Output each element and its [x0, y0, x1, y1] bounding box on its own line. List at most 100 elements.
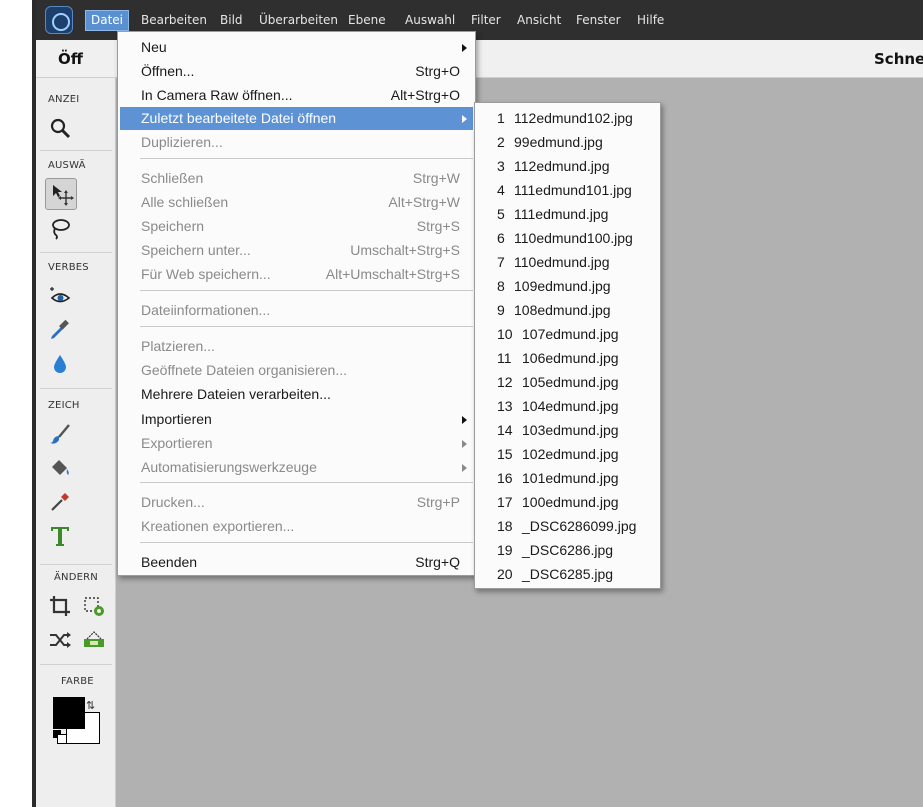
menu-ebene[interactable]: Ebene: [343, 10, 391, 31]
drop-icon: [54, 355, 66, 373]
eyedropper-tool[interactable]: [44, 486, 76, 518]
recent-file-item[interactable]: 1 112edmund102.jpg: [477, 107, 658, 130]
toolbox-divider: [40, 252, 112, 253]
recent-file-number: 18: [497, 518, 513, 534]
menu-item-label: Für Web speichern...: [141, 266, 271, 282]
magnifier-icon: [50, 118, 71, 139]
recent-file-item[interactable]: 7 110edmund.jpg: [477, 251, 658, 274]
menu-item-platzieren[interactable]: Platzieren...: [120, 335, 473, 358]
section-color-label: FARBE: [61, 676, 94, 687]
recent-file-item[interactable]: 6 110edmund100.jpg: [477, 227, 658, 250]
recent-file-item[interactable]: 13 104edmund.jpg: [477, 395, 658, 418]
recent-file-item[interactable]: 3 112edmund.jpg: [477, 155, 658, 178]
menu-item-dateien-organisieren[interactable]: Geöffnete Dateien organisieren...: [120, 359, 473, 382]
recent-file-item[interactable]: 9 108edmund.jpg: [477, 299, 658, 322]
recent-file-number: 20: [497, 566, 513, 582]
recent-file-item[interactable]: 8 109edmund.jpg: [477, 275, 658, 298]
swap-colors-icon[interactable]: ⇅: [86, 699, 95, 712]
menu-filter[interactable]: Filter: [466, 10, 506, 31]
recent-file-item[interactable]: 5 111edmund.jpg: [477, 203, 658, 226]
menu-item-shortcut: Alt+Strg+O: [390, 87, 460, 103]
menu-item-dateien-verarbeiten[interactable]: Mehrere Dateien verarbeiten...: [120, 383, 473, 406]
recompose-tool[interactable]: [78, 590, 110, 622]
brush-tool[interactable]: [44, 418, 76, 450]
menu-item-zuletzt-bearbeitet[interactable]: Zuletzt bearbeitete Datei öffnen: [120, 107, 473, 130]
default-colors-icon[interactable]: [53, 730, 67, 744]
text-tool[interactable]: [44, 520, 76, 552]
menu-item-fuer-web-speichern[interactable]: Für Web speichern... Alt+Umschalt+Strg+S: [120, 263, 473, 286]
recent-file-item[interactable]: 11 106edmund.jpg: [477, 347, 658, 370]
straighten-tool[interactable]: [78, 624, 110, 656]
menu-item-beenden[interactable]: Beenden Strg+Q: [120, 551, 473, 574]
menu-item-label: Geöffnete Dateien organisieren...: [141, 362, 347, 378]
move-tool[interactable]: [45, 178, 77, 210]
crop-tool[interactable]: [44, 590, 76, 622]
lasso-tool[interactable]: [44, 212, 76, 244]
menu-item-alle-schliessen[interactable]: Alle schließen Alt+Strg+W: [120, 191, 473, 214]
menu-item-neu[interactable]: Neu: [120, 36, 473, 59]
recent-file-item[interactable]: 18 _DSC6286099.jpg: [477, 515, 658, 538]
menu-bearbeiten[interactable]: Bearbeiten: [136, 10, 212, 31]
healing-brush-tool[interactable]: [44, 314, 76, 346]
paint-bucket-tool[interactable]: [44, 452, 76, 484]
crop-icon: [50, 596, 70, 616]
recent-file-item[interactable]: 19 _DSC6286.jpg: [477, 539, 658, 562]
app-logo-icon[interactable]: [45, 6, 73, 34]
recent-file-item[interactable]: 20 _DSC6285.jpg: [477, 563, 658, 586]
recent-file-item[interactable]: 2 99edmund.jpg: [477, 131, 658, 154]
recent-file-item[interactable]: 15 102edmund.jpg: [477, 443, 658, 466]
menu-item-duplizieren[interactable]: Duplizieren...: [120, 131, 473, 154]
file-menu-dropdown: Neu Öffnen... Strg+O In Camera Raw öffnen..…: [117, 31, 476, 576]
menu-item-drucken[interactable]: Drucken... Strg+P: [120, 491, 473, 514]
menu-item-exportieren[interactable]: Exportieren: [120, 432, 473, 455]
recent-file-name: 107edmund.jpg: [522, 326, 619, 342]
menu-item-label: Kreationen exportieren...: [141, 518, 295, 534]
recent-file-name: _DSC6286.jpg: [522, 542, 614, 558]
menu-fenster[interactable]: Fenster: [571, 10, 626, 31]
menu-item-schliessen[interactable]: Schließen Strg+W: [120, 167, 473, 190]
recent-file-name: 106edmund.jpg: [522, 350, 619, 366]
menu-datei[interactable]: Datei: [85, 10, 130, 31]
menu-item-camera-raw-oeffnen[interactable]: In Camera Raw öffnen... Alt+Strg+O: [120, 84, 473, 107]
menu-item-dateiinformationen[interactable]: Dateiinformationen...: [120, 299, 473, 322]
content-aware-move-tool[interactable]: [44, 624, 76, 656]
menu-item-importieren[interactable]: Importieren: [120, 408, 473, 431]
recent-file-number: 8: [497, 278, 505, 294]
toolbox-divider: [40, 664, 112, 665]
recent-file-item[interactable]: 10 107edmund.jpg: [477, 323, 658, 346]
menu-item-shortcut: Strg+W: [412, 170, 460, 186]
recent-file-item[interactable]: 16 101edmund.jpg: [477, 467, 658, 490]
recompose-icon: [84, 597, 104, 616]
foreground-color-swatch[interactable]: [53, 697, 85, 729]
recent-file-number: 9: [497, 302, 505, 318]
red-eye-tool[interactable]: [44, 280, 76, 312]
menu-item-automatisierungswerkzeuge[interactable]: Automatisierungswerkzeuge: [120, 456, 473, 479]
recent-file-item[interactable]: 12 105edmund.jpg: [477, 371, 658, 394]
submenu-arrow-icon: [462, 115, 467, 123]
menu-auswahl[interactable]: Auswahl: [400, 10, 460, 31]
mode-tab-quick[interactable]: Schnel: [874, 50, 923, 68]
eye-icon: [50, 287, 71, 303]
menu-hilfe[interactable]: Hilfe: [632, 10, 669, 31]
zoom-tool[interactable]: [44, 112, 76, 144]
recent-file-item[interactable]: 4 111edmund101.jpg: [477, 179, 658, 202]
menu-item-kreationen-exportieren[interactable]: Kreationen exportieren...: [120, 515, 473, 538]
blur-tool[interactable]: [44, 348, 76, 380]
recent-file-number: 1: [497, 110, 505, 126]
menu-item-speichern-unter[interactable]: Speichern unter... Umschalt+Strg+S: [120, 239, 473, 262]
menu-item-label: Automatisierungswerkzeuge: [141, 459, 317, 475]
menu-ueberarbeiten[interactable]: Überarbeiten: [254, 10, 343, 31]
menu-item-label: Dateiinformationen...: [141, 302, 271, 318]
recent-file-number: 10: [497, 326, 513, 342]
menu-bild[interactable]: Bild: [215, 10, 248, 31]
submenu-arrow-icon: [462, 44, 467, 52]
menu-item-speichern[interactable]: Speichern Strg+S: [120, 215, 473, 238]
menu-ansicht[interactable]: Ansicht: [512, 10, 566, 31]
recent-file-number: 19: [497, 542, 513, 558]
recent-file-item[interactable]: 17 100edmund.jpg: [477, 491, 658, 514]
recent-file-name: 111edmund.jpg: [514, 206, 609, 222]
menu-item-oeffnen[interactable]: Öffnen... Strg+O: [120, 60, 473, 83]
menu-item-shortcut: Alt+Umschalt+Strg+S: [325, 266, 460, 282]
recent-file-item[interactable]: 14 103edmund.jpg: [477, 419, 658, 442]
section-modify-label: ÄNDERN: [54, 572, 98, 583]
